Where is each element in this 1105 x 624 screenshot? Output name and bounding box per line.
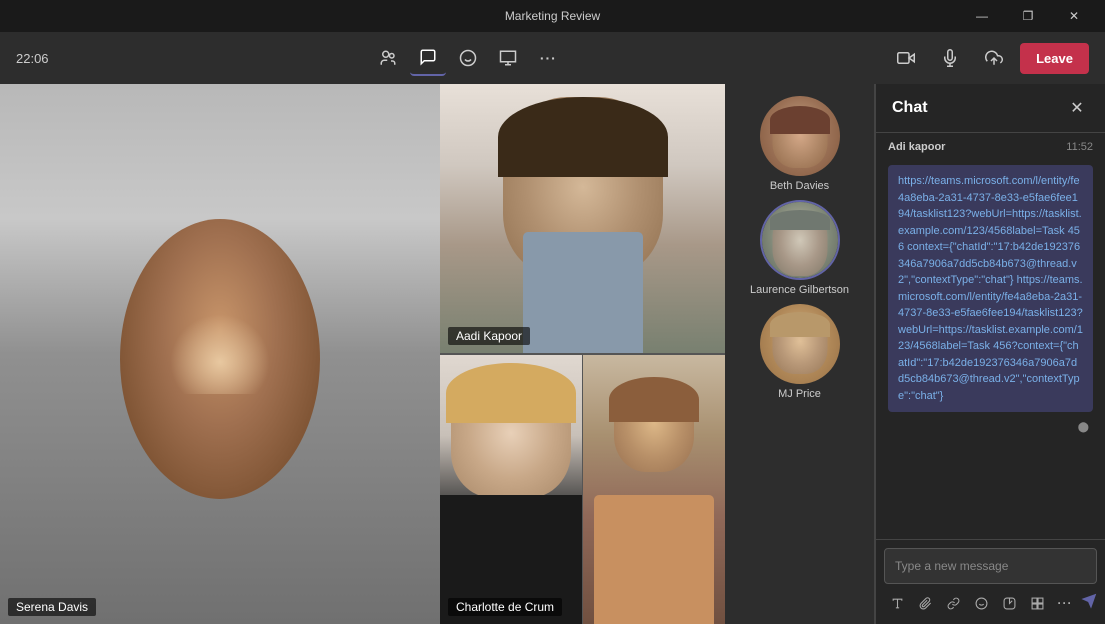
mj-avatar-bg (760, 304, 840, 384)
beth-avatar-bg (760, 96, 840, 176)
chat-input-placeholder: Type a new message (895, 559, 1008, 573)
small-preview-bg (583, 355, 725, 624)
charlotte-name-tag: Charlotte de Crum (448, 598, 562, 616)
chat-input-area: Type a new message (876, 539, 1105, 624)
aadi-video-bg (440, 84, 725, 353)
laurence-name: Laurence Gilbertson (750, 284, 849, 296)
chat-toolbar: ··· (884, 590, 1097, 616)
mic-icon-btn[interactable] (932, 40, 968, 76)
attach-file-btn[interactable] (912, 590, 938, 616)
insert-link-btn[interactable] (940, 590, 966, 616)
participant-laurence[interactable]: Laurence Gilbertson (733, 200, 866, 296)
chat-messages: Adi kapoor 11:52 https://teams.microsoft… (876, 133, 1105, 539)
participant-mj[interactable]: MJ Price (733, 304, 866, 400)
close-button[interactable]: ✕ (1051, 0, 1097, 32)
window-title: Marketing Review (505, 9, 600, 23)
chat-header: Chat ✕ (876, 84, 1105, 133)
laurence-avatar (760, 200, 840, 280)
video-aadi: Aadi Kapoor (440, 84, 725, 354)
more-chat-options-btn[interactable]: ··· (1052, 590, 1078, 616)
share-icon-btn[interactable] (976, 40, 1012, 76)
message-time: 11:52 (1066, 141, 1093, 153)
serena-name-tag: Serena Davis (8, 598, 96, 616)
toolbar-center-icons: ··· (370, 40, 566, 76)
chat-icon-btn[interactable] (410, 40, 446, 76)
main-content: Serena Davis Aadi Kapoor (0, 84, 1105, 624)
send-message-btn[interactable] (1081, 593, 1097, 614)
message-text: https://teams.microsoft.com/l/entity/fe4… (888, 165, 1093, 412)
beth-avatar (760, 96, 840, 176)
apps-btn[interactable] (1024, 590, 1050, 616)
chat-close-button[interactable]: ✕ (1065, 96, 1089, 120)
scroll-indicator: ⬤ (888, 420, 1093, 435)
video-grid: Aadi Kapoor Charlotte de Crum (440, 84, 725, 624)
title-bar: Marketing Review — ❐ ✕ (0, 0, 1105, 32)
people-icon-btn[interactable] (370, 40, 406, 76)
window-controls: — ❐ ✕ (959, 0, 1097, 32)
leave-button[interactable]: Leave (1020, 43, 1089, 74)
beth-name: Beth Davies (770, 180, 829, 192)
message-meta: Adi kapoor 11:52 (888, 141, 1093, 153)
maximize-button[interactable]: ❐ (1005, 0, 1051, 32)
participants-strip: Beth Davies Laurence Gilbertson MJ Price (725, 84, 875, 624)
aadi-name-tag: Aadi Kapoor (448, 327, 530, 345)
serena-video (0, 84, 440, 624)
video-area: Serena Davis Aadi Kapoor (0, 84, 725, 624)
mj-name: MJ Price (778, 388, 821, 400)
chat-title: Chat (892, 99, 928, 117)
chat-input[interactable]: Type a new message (884, 548, 1097, 584)
meeting-toolbar: 22:06 ··· Leave (0, 32, 1105, 84)
video-charlotte: Charlotte de Crum (440, 355, 582, 624)
video-grid-bottom: Charlotte de Crum (440, 354, 725, 624)
format-text-btn[interactable] (884, 590, 910, 616)
react-icon-btn[interactable] (450, 40, 486, 76)
sticker-btn[interactable] (996, 590, 1022, 616)
video-small-preview (582, 355, 725, 624)
emoji-btn[interactable] (968, 590, 994, 616)
message-sender: Adi kapoor (888, 141, 945, 153)
more-options-btn[interactable]: ··· (530, 40, 566, 76)
chat-panel: Chat ✕ Adi kapoor 11:52 https://teams.mi… (875, 84, 1105, 624)
participant-beth[interactable]: Beth Davies (733, 96, 866, 192)
mj-avatar (760, 304, 840, 384)
laurence-avatar-bg (762, 202, 838, 278)
camera-icon-btn[interactable] (888, 40, 924, 76)
charlotte-video-bg (440, 355, 582, 624)
whiteboard-icon-btn[interactable] (490, 40, 526, 76)
minimize-button[interactable]: — (959, 0, 1005, 32)
meeting-time: 22:06 (16, 51, 49, 66)
video-main-serena: Serena Davis (0, 84, 440, 624)
toolbar-right-icons: Leave (888, 40, 1089, 76)
